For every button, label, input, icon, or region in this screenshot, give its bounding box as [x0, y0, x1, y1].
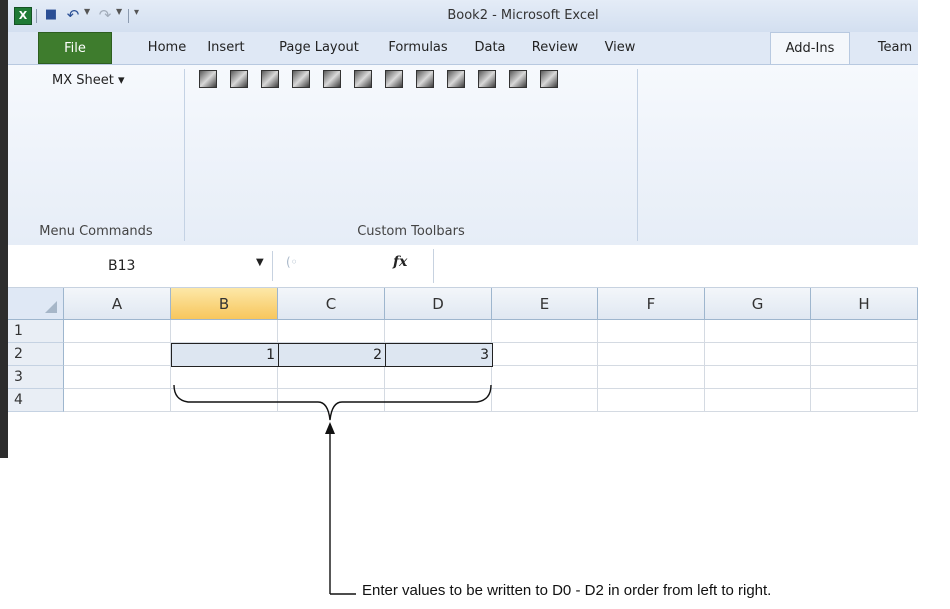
toolbar-tool-icon[interactable]	[261, 70, 279, 88]
cell-h2[interactable]	[811, 343, 918, 366]
title-bar: X ■ ↶ ▼ ↷ ▼ ▾ Book2 - Microsoft Excel	[8, 0, 918, 33]
tab-home[interactable]: Home	[142, 32, 192, 64]
name-box-dropdown-icon[interactable]: ▼	[256, 257, 264, 268]
cell-f1[interactable]	[598, 320, 705, 343]
name-box[interactable]: B13	[10, 253, 250, 279]
column-header-b[interactable]: B	[171, 288, 278, 320]
column-header-a[interactable]: A	[64, 288, 171, 320]
group-label-custom-toolbars: Custom Toolbars	[357, 224, 465, 239]
cell-a4[interactable]	[64, 389, 171, 412]
row-header-4[interactable]: 4	[8, 389, 64, 412]
column-header-f[interactable]: F	[598, 288, 705, 320]
cell-h4[interactable]	[811, 389, 918, 412]
cell-e3[interactable]	[492, 366, 598, 389]
cell-c1[interactable]	[278, 320, 385, 343]
cell-g2[interactable]	[705, 343, 811, 366]
cancel-entry-icon[interactable]: (◦	[286, 255, 298, 269]
cell-d2[interactable]: 3	[385, 343, 493, 367]
cell-c2[interactable]: 2	[278, 343, 386, 367]
cell-c3[interactable]	[278, 366, 385, 389]
cell-d1[interactable]	[385, 320, 492, 343]
select-all-corner[interactable]	[8, 288, 64, 320]
row-header-2[interactable]: 2	[8, 343, 64, 366]
toolbar-tool-icon[interactable]	[416, 70, 434, 88]
tab-formulas[interactable]: Formulas	[378, 32, 458, 64]
formula-divider	[272, 251, 273, 281]
tab-insert[interactable]: Insert	[198, 32, 254, 64]
window-title: Book2 - Microsoft Excel	[447, 8, 599, 23]
toolbar-tool-icon[interactable]	[478, 70, 496, 88]
tab-team[interactable]: Team	[870, 32, 918, 64]
formula-bar: B13 ▼ (◦ fx	[8, 245, 918, 288]
column-header-h[interactable]: H	[811, 288, 918, 320]
cell-e1[interactable]	[492, 320, 598, 343]
cell-g4[interactable]	[705, 389, 811, 412]
cell-e2[interactable]	[492, 343, 598, 366]
toolbar-tool-icon[interactable]	[447, 70, 465, 88]
formula-input[interactable]	[433, 249, 918, 283]
cell-b4[interactable]	[171, 389, 278, 412]
column-header-c[interactable]: C	[278, 288, 385, 320]
ribbon-body: MX Sheet ▾ Menu Commands Custom Toolbars	[8, 64, 918, 246]
row-header-1[interactable]: 1	[8, 320, 64, 343]
cell-f2[interactable]	[598, 343, 705, 366]
cell-a3[interactable]	[64, 366, 171, 389]
toolbar-tool-icon[interactable]	[230, 70, 248, 88]
cell-f3[interactable]	[598, 366, 705, 389]
cell-h1[interactable]	[811, 320, 918, 343]
toolbar-tool-icon[interactable]	[323, 70, 341, 88]
group-separator	[637, 69, 638, 241]
excel-window: X ■ ↶ ▼ ↷ ▼ ▾ Book2 - Microsoft Excel Fi…	[0, 0, 918, 458]
group-label-menu-commands: Menu Commands	[39, 224, 153, 239]
column-header-e[interactable]: E	[492, 288, 598, 320]
select-all-icon	[45, 301, 57, 313]
toolbar-tool-icon[interactable]	[292, 70, 310, 88]
cell-f4[interactable]	[598, 389, 705, 412]
toolbar-tool-icon[interactable]	[509, 70, 527, 88]
cell-b1[interactable]	[171, 320, 278, 343]
cell-a1[interactable]	[64, 320, 171, 343]
cell-d4[interactable]	[385, 389, 492, 412]
tab-file[interactable]: File	[38, 32, 112, 64]
cell-c4[interactable]	[278, 389, 385, 412]
tab-review[interactable]: Review	[520, 32, 590, 64]
column-header-g[interactable]: G	[705, 288, 811, 320]
toolbar-tool-icon[interactable]	[385, 70, 403, 88]
insert-function-icon[interactable]: fx	[393, 254, 407, 270]
cell-a2[interactable]	[64, 343, 171, 366]
toolbar-tool-icon[interactable]	[199, 70, 217, 88]
tab-page-layout[interactable]: Page Layout	[264, 32, 374, 64]
cell-b3[interactable]	[171, 366, 278, 389]
cell-d3[interactable]	[385, 366, 492, 389]
annotation-caption: Enter values to be written to D0 - D2 in…	[362, 582, 772, 599]
column-header-d[interactable]: D	[385, 288, 492, 320]
cell-g1[interactable]	[705, 320, 811, 343]
cell-e4[interactable]	[492, 389, 598, 412]
menu-commands-group: MX Sheet ▾ Menu Commands	[8, 65, 184, 245]
mx-sheet-menu-button[interactable]: MX Sheet ▾	[52, 71, 125, 91]
toolbar-tool-icon[interactable]	[540, 70, 558, 88]
ribbon-tabs: File Home Insert Page Layout Formulas Da…	[8, 32, 918, 65]
toolbar-tool-icon[interactable]	[354, 70, 372, 88]
cell-b2[interactable]: 1	[171, 343, 279, 367]
custom-toolbars-group: Custom Toolbars	[185, 65, 637, 245]
tab-view[interactable]: View	[592, 32, 648, 64]
tab-add-ins[interactable]: Add-Ins	[770, 32, 850, 65]
cell-h3[interactable]	[811, 366, 918, 389]
row-header-3[interactable]: 3	[8, 366, 64, 389]
cell-g3[interactable]	[705, 366, 811, 389]
tab-data[interactable]: Data	[462, 32, 518, 64]
